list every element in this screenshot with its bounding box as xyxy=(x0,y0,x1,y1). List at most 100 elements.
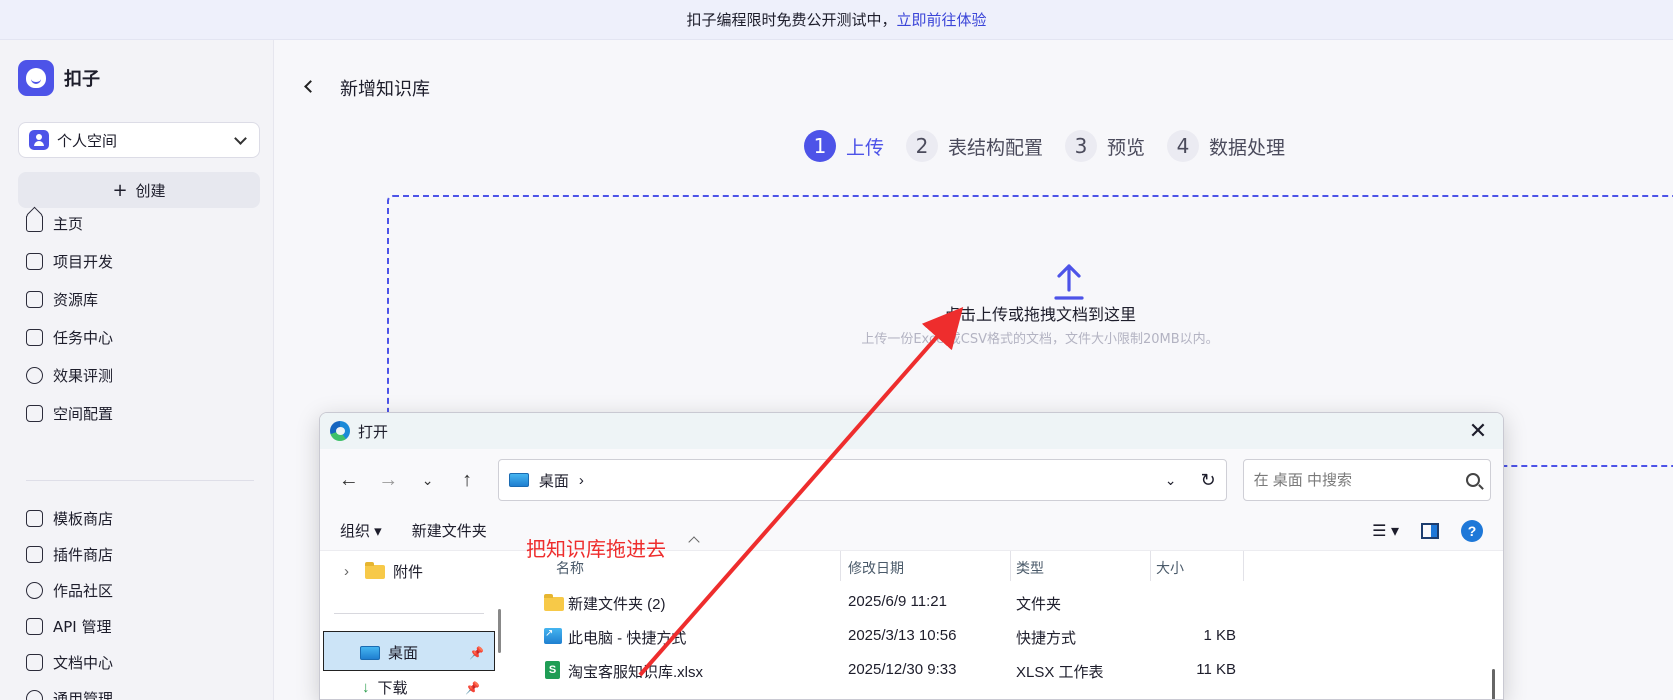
help-icon[interactable]: ? xyxy=(1461,519,1483,542)
step-label: 数据处理 xyxy=(1209,136,1286,159)
file-row[interactable]: S 淘宝客服知识库.xlsx 2025/12/30 9:33 XLSX 工作表 … xyxy=(516,653,1421,687)
settings-icon xyxy=(26,689,43,700)
sidebar-item-home[interactable]: 主页 xyxy=(26,204,256,242)
refresh-icon[interactable]: ↻ xyxy=(1201,470,1216,491)
address-row: ← → ⌄ ↑ 桌面 › ⌄ ↻ xyxy=(320,449,1503,511)
column-size[interactable]: 大小 xyxy=(1156,551,1184,585)
address-dropdown-icon[interactable]: ⌄ xyxy=(1165,472,1177,489)
coze-logo-icon xyxy=(18,60,54,96)
file-type: 文件夹 xyxy=(1016,596,1062,613)
sidebar-item-label: 项目开发 xyxy=(53,252,114,271)
file-list-scrollbar[interactable] xyxy=(1492,669,1495,699)
sidebar-item-evaluation[interactable]: 效果评测 xyxy=(26,356,256,394)
terminal-icon xyxy=(26,404,43,422)
chevron-down-icon xyxy=(234,131,247,145)
sidebar-item-library[interactable]: 资源库 xyxy=(26,280,256,318)
dialog-toolbar: 组织 ▾ 新建文件夹 ☰ ▾ ? xyxy=(320,511,1503,551)
gauge-icon xyxy=(26,366,43,384)
file-name: 新建文件夹 (2) xyxy=(568,596,666,613)
column-type[interactable]: 类型 xyxy=(1016,551,1044,585)
column-divider xyxy=(1243,551,1244,581)
upload-subtitle: 上传一份Excel或CSV格式的文档，文件大小限制20MB以内。 xyxy=(861,332,1219,347)
banner-link[interactable]: 立即前往体验 xyxy=(897,9,987,30)
tree-item-label: 下载 xyxy=(377,680,408,697)
file-size: 11 KB xyxy=(1196,661,1236,678)
column-divider xyxy=(1010,551,1011,581)
back-arrow-icon[interactable]: ← xyxy=(332,463,365,497)
new-folder-button[interactable]: 新建文件夹 xyxy=(412,520,487,541)
workspace-selector[interactable]: 个人空间 xyxy=(18,122,260,158)
organize-button[interactable]: 组织 ▾ xyxy=(340,520,382,541)
pin-icon: 📌 xyxy=(469,645,484,660)
sidebar-item-docs[interactable]: 文档中心 xyxy=(26,644,256,680)
sidebar-item-tasks[interactable]: 任务中心 xyxy=(26,318,256,356)
column-modified[interactable]: 修改日期 xyxy=(848,551,904,585)
tree-scrollbar[interactable] xyxy=(498,609,501,653)
folder-icon xyxy=(365,561,385,579)
file-row[interactable]: 新建文件夹 (2) 2025/6/9 11:21 文件夹 xyxy=(516,585,1421,619)
path-chevron-icon: › xyxy=(578,471,584,489)
step-upload: 1 上传 xyxy=(804,130,884,162)
library-icon xyxy=(26,290,43,308)
step-number: 2 xyxy=(906,130,939,162)
page-title: 新增知识库 xyxy=(340,79,430,100)
xlsx-icon: S xyxy=(545,661,560,679)
file-name: 此电脑 - 快捷方式 xyxy=(568,630,687,647)
search-input[interactable] xyxy=(1253,471,1466,489)
desktop-icon xyxy=(360,645,380,660)
file-size: 1 KB xyxy=(1203,627,1236,644)
tree-item-desktop-content: 桌面 📌 xyxy=(360,642,484,663)
upload-icon[interactable] xyxy=(1052,262,1086,302)
file-list: 名称 修改日期 类型 大小 新建文件夹 (2) 2025/6/9 11:21 文… xyxy=(516,551,1421,699)
task-icon xyxy=(26,328,43,346)
tree-item-attachments[interactable]: › 附件 xyxy=(344,561,423,582)
close-button[interactable]: ✕ xyxy=(1463,418,1493,444)
sidebar-item-settings[interactable]: 通用管理 xyxy=(26,680,256,700)
sidebar-item-label: 主页 xyxy=(53,214,84,233)
step-label: 预览 xyxy=(1107,136,1146,159)
sidebar-item-label: API 管理 xyxy=(53,617,112,636)
path-segment[interactable]: 桌面 xyxy=(539,470,569,491)
forward-arrow-icon[interactable]: → xyxy=(371,463,404,497)
sidebar-item-templates[interactable]: 模板商店 xyxy=(26,500,256,536)
sidebar-item-label: 插件商店 xyxy=(53,545,114,564)
sidebar-item-api[interactable]: API 管理 xyxy=(26,608,256,644)
tree-item-downloads[interactable]: ↓ 下载 📌 xyxy=(362,677,480,698)
sidebar-nav: 主页 项目开发 资源库 任务中心 效果评测 空间配置 xyxy=(26,204,256,432)
sidebar-item-label: 任务中心 xyxy=(53,328,114,347)
file-modified: 2025/6/9 11:21 xyxy=(848,593,947,610)
column-divider xyxy=(1150,551,1151,581)
step-number: 4 xyxy=(1167,130,1200,162)
chevron-right-icon[interactable]: › xyxy=(344,563,349,580)
download-icon: ↓ xyxy=(362,679,370,696)
folder-icon xyxy=(544,594,564,611)
create-button[interactable]: + 创建 xyxy=(18,172,260,208)
search-box[interactable] xyxy=(1242,459,1491,501)
step-table-config: 2 表结构配置 xyxy=(906,130,1043,162)
brand[interactable]: 扣子 xyxy=(18,60,100,96)
sidebar-item-label: 作品社区 xyxy=(53,581,114,600)
sidebar-item-plugins[interactable]: 插件商店 xyxy=(26,536,256,572)
view-options-icon[interactable]: ☰ ▾ xyxy=(1372,521,1399,541)
tree-item-label: 附件 xyxy=(393,564,424,581)
back-icon[interactable] xyxy=(304,80,317,93)
top-banner: 扣子编程限时免费公开测试中， 立即前往体验 xyxy=(0,0,1673,40)
brand-name: 扣子 xyxy=(64,69,100,90)
sidebar-item-space-config[interactable]: 空间配置 xyxy=(26,394,256,432)
upload-title: 点击上传或拖拽文档到这里 xyxy=(943,305,1136,324)
recent-locations-chevron-icon[interactable]: ⌄ xyxy=(411,463,444,497)
annotation-text: 把知识库拖进去 xyxy=(526,537,666,561)
api-icon xyxy=(26,617,43,635)
up-arrow-icon[interactable]: ↑ xyxy=(450,463,483,497)
step-processing: 4 数据处理 xyxy=(1167,130,1285,162)
tree-item-label: 桌面 xyxy=(388,645,419,662)
tree-item-desktop[interactable]: 桌面 📌 xyxy=(323,631,495,671)
address-bar[interactable]: 桌面 › ⌄ ↻ xyxy=(497,459,1227,501)
sidebar-item-community[interactable]: 作品社区 xyxy=(26,572,256,608)
file-row[interactable]: 此电脑 - 快捷方式 2025/3/13 10:56 快捷方式 1 KB xyxy=(516,619,1421,653)
dialog-title: 打开 xyxy=(358,423,389,441)
sidebar-item-projects[interactable]: 项目开发 xyxy=(26,242,256,280)
stepper: 1 上传 2 表结构配置 3 预览 4 数据处理 xyxy=(804,130,1285,162)
preview-pane-icon[interactable] xyxy=(1421,522,1439,539)
sidebar-item-label: 模板商店 xyxy=(53,509,114,528)
